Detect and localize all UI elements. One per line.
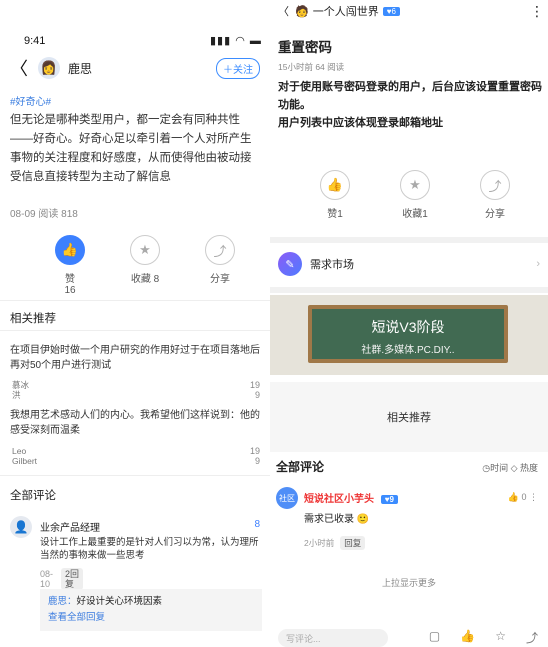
star-icon: ★	[130, 235, 160, 265]
action-bar: 👍 赞 16 ★ 收藏 8 ⤴ 分享	[55, 235, 235, 296]
bottom-bar: 写评论... ▢ 👍 ☆ ⤴	[270, 628, 548, 647]
reply-button[interactable]: 回复	[340, 536, 366, 550]
divider	[0, 330, 270, 331]
related-item-2-likes: 19 9	[249, 446, 260, 466]
topic-tag[interactable]: #好奇心#	[10, 93, 51, 108]
related-item-1-author: 慕冰 洪	[12, 380, 30, 400]
comment-date: 08- 10	[40, 569, 54, 589]
comment-like-count: 0	[521, 492, 527, 502]
share-icon: ⤴	[480, 170, 510, 200]
comment-avatar[interactable]: 👤	[10, 516, 32, 538]
author-name[interactable]: 一个人闯世界	[313, 3, 379, 19]
thumb-up-icon: 👍	[320, 170, 350, 200]
divider	[270, 287, 548, 293]
article-header: 〈 👩 鹿思 ＋关注	[10, 56, 260, 80]
comment-avatar[interactable]: 社区	[276, 487, 298, 509]
follow-button[interactable]: ＋关注	[216, 57, 260, 79]
chevron-right-icon: ›	[536, 258, 540, 270]
comment-author[interactable]: 业余产品经理	[40, 519, 100, 534]
post-body: 对于使用账号密码登录的用户，后台应该设置重置密码功能。 用户列表中应该体现登录邮…	[278, 81, 542, 129]
bottom-icons: ▢ 👍 ☆ ⤴	[429, 629, 538, 646]
comment-meta: 2小时前 回复	[304, 536, 366, 550]
article-meta: 08-09 阅读 818	[10, 209, 78, 220]
related-item-1-title[interactable]: 在项目伊始时做一个用户研究的作用好过于在项目落地后再对50个用户进行测试	[10, 343, 260, 373]
favorite-button[interactable]: ★ 收藏1	[400, 170, 430, 220]
left-screen: 9:41 ▮▮▮ ◠ ▬ 〈 👩 鹿思 ＋关注 #好奇心# 但无论是哪种类型用户…	[0, 0, 270, 647]
reply-count-button[interactable]: 2回 复	[61, 568, 84, 590]
divider	[270, 237, 548, 243]
market-icon: ✎	[278, 252, 302, 276]
related-item-2-title[interactable]: 我想用艺术感动人们的内心。我希望他们这样说到：他的感受深刻而温柔	[10, 408, 260, 438]
chalkboard-image: 短说V3阶段 社群.多媒体.PC.DIY..	[308, 305, 508, 363]
comment-text: 需求已收录 🙂	[304, 514, 370, 525]
favorite-label: 收藏 8	[130, 274, 160, 285]
like-label: 赞	[65, 274, 75, 285]
level-badge: ♥6	[382, 6, 400, 16]
comment-input[interactable]: 写评论...	[278, 628, 388, 647]
banner-title: 短说V3阶段	[371, 319, 445, 335]
right-screen: 〈 🧑 一个人闯世界 ♥6 ⋮ 重置密码 15小时前 64 阅读 对于使用账号密…	[270, 0, 548, 647]
favorite-label: 收藏1	[402, 209, 428, 220]
comments-title: 全部评论	[276, 460, 325, 474]
comment-like[interactable]: 👍 0 ⋮	[508, 492, 538, 503]
like-count: 16	[64, 285, 76, 296]
post-header: 〈 🧑 一个人闯世界 ♥6 ⋮	[278, 0, 544, 22]
avatar[interactable]: 👩	[38, 57, 60, 79]
article-body: 但无论是哪种类型用户，都一定会有同种共性——好奇心。好奇心足以牵引着一个人对所产…	[10, 114, 252, 183]
level-badge: ♥9	[380, 495, 398, 504]
author-name[interactable]: 鹿思	[68, 60, 92, 77]
comments-title: 全部评论	[10, 490, 56, 502]
related-item-2-author: Leo Gilbert	[12, 446, 38, 466]
comment-time: 2小时前	[304, 538, 335, 548]
comment-author-name: 短说社区小芋头	[304, 494, 374, 505]
comment-like-count[interactable]: 8	[254, 519, 260, 530]
avatar[interactable]: 🧑	[295, 5, 309, 18]
comment-author[interactable]: 短说社区小芋头 ♥9	[304, 490, 398, 505]
post-meta: 15小时前 64 阅读	[278, 62, 345, 72]
share-icon[interactable]: ⤴	[526, 629, 538, 646]
load-more-hint: 上拉显示更多	[381, 578, 436, 588]
thumb-up-icon: 👍	[55, 235, 85, 265]
comment-icon[interactable]: ▢	[429, 629, 440, 646]
like-label: 赞1	[327, 209, 343, 220]
share-icon: ⤴	[205, 235, 235, 265]
comment-meta: 08- 10 2回 复	[40, 568, 84, 590]
share-button[interactable]: ⤴ 分享	[205, 235, 235, 296]
status-icons: ▮▮▮ ◠ ▬	[210, 35, 262, 47]
promo-banner[interactable]: 短说V3阶段 社群.多媒体.PC.DIY..	[270, 295, 548, 375]
back-icon[interactable]: 〈	[278, 3, 289, 19]
related-section: 相关推荐	[270, 382, 548, 452]
star-icon: ★	[400, 170, 430, 200]
share-button[interactable]: ⤴ 分享	[480, 170, 510, 220]
status-time: 9:41	[24, 35, 46, 47]
thumb-up-icon[interactable]: 👍	[460, 629, 475, 646]
related-item-1-likes: 19 9	[249, 380, 260, 400]
divider	[0, 475, 270, 476]
comment-text: 设计工作上最重要的是针对人们习以为常，认为理所当然的事物来做一些思考	[40, 537, 259, 561]
reply-author[interactable]: 鹿思：	[48, 596, 77, 607]
banner-subtitle: 社群.多媒体.PC.DIY..	[361, 345, 455, 356]
sort-options[interactable]: ◷时间 ◇ 热度	[482, 461, 538, 474]
like-button[interactable]: 👍 赞 16	[55, 235, 85, 296]
back-icon[interactable]: 〈	[10, 55, 32, 81]
like-button[interactable]: 👍 赞1	[320, 170, 350, 220]
star-icon[interactable]: ☆	[495, 629, 506, 646]
post-title: 重置密码	[278, 40, 332, 55]
share-label: 分享	[485, 209, 505, 220]
favorite-button[interactable]: ★ 收藏 8	[130, 235, 160, 296]
related-title: 相关推荐	[10, 313, 56, 325]
divider	[0, 300, 270, 301]
more-icon[interactable]: ⋮	[530, 3, 544, 20]
post-action-bar: 👍 赞1 ★ 收藏1 ⤴ 分享	[320, 170, 510, 220]
reply-preview: 鹿思：好设计关心环境因素 查看全部回复	[40, 589, 262, 631]
reply-text: 好设计关心环境因素	[76, 596, 163, 607]
market-link[interactable]: ✎ 需求市场 ›	[278, 250, 540, 278]
share-label: 分享	[210, 274, 230, 285]
thumb-up-icon: 👍	[507, 492, 519, 502]
view-all-replies-link[interactable]: 查看全部回复	[48, 610, 254, 626]
market-label: 需求市场	[310, 259, 354, 271]
